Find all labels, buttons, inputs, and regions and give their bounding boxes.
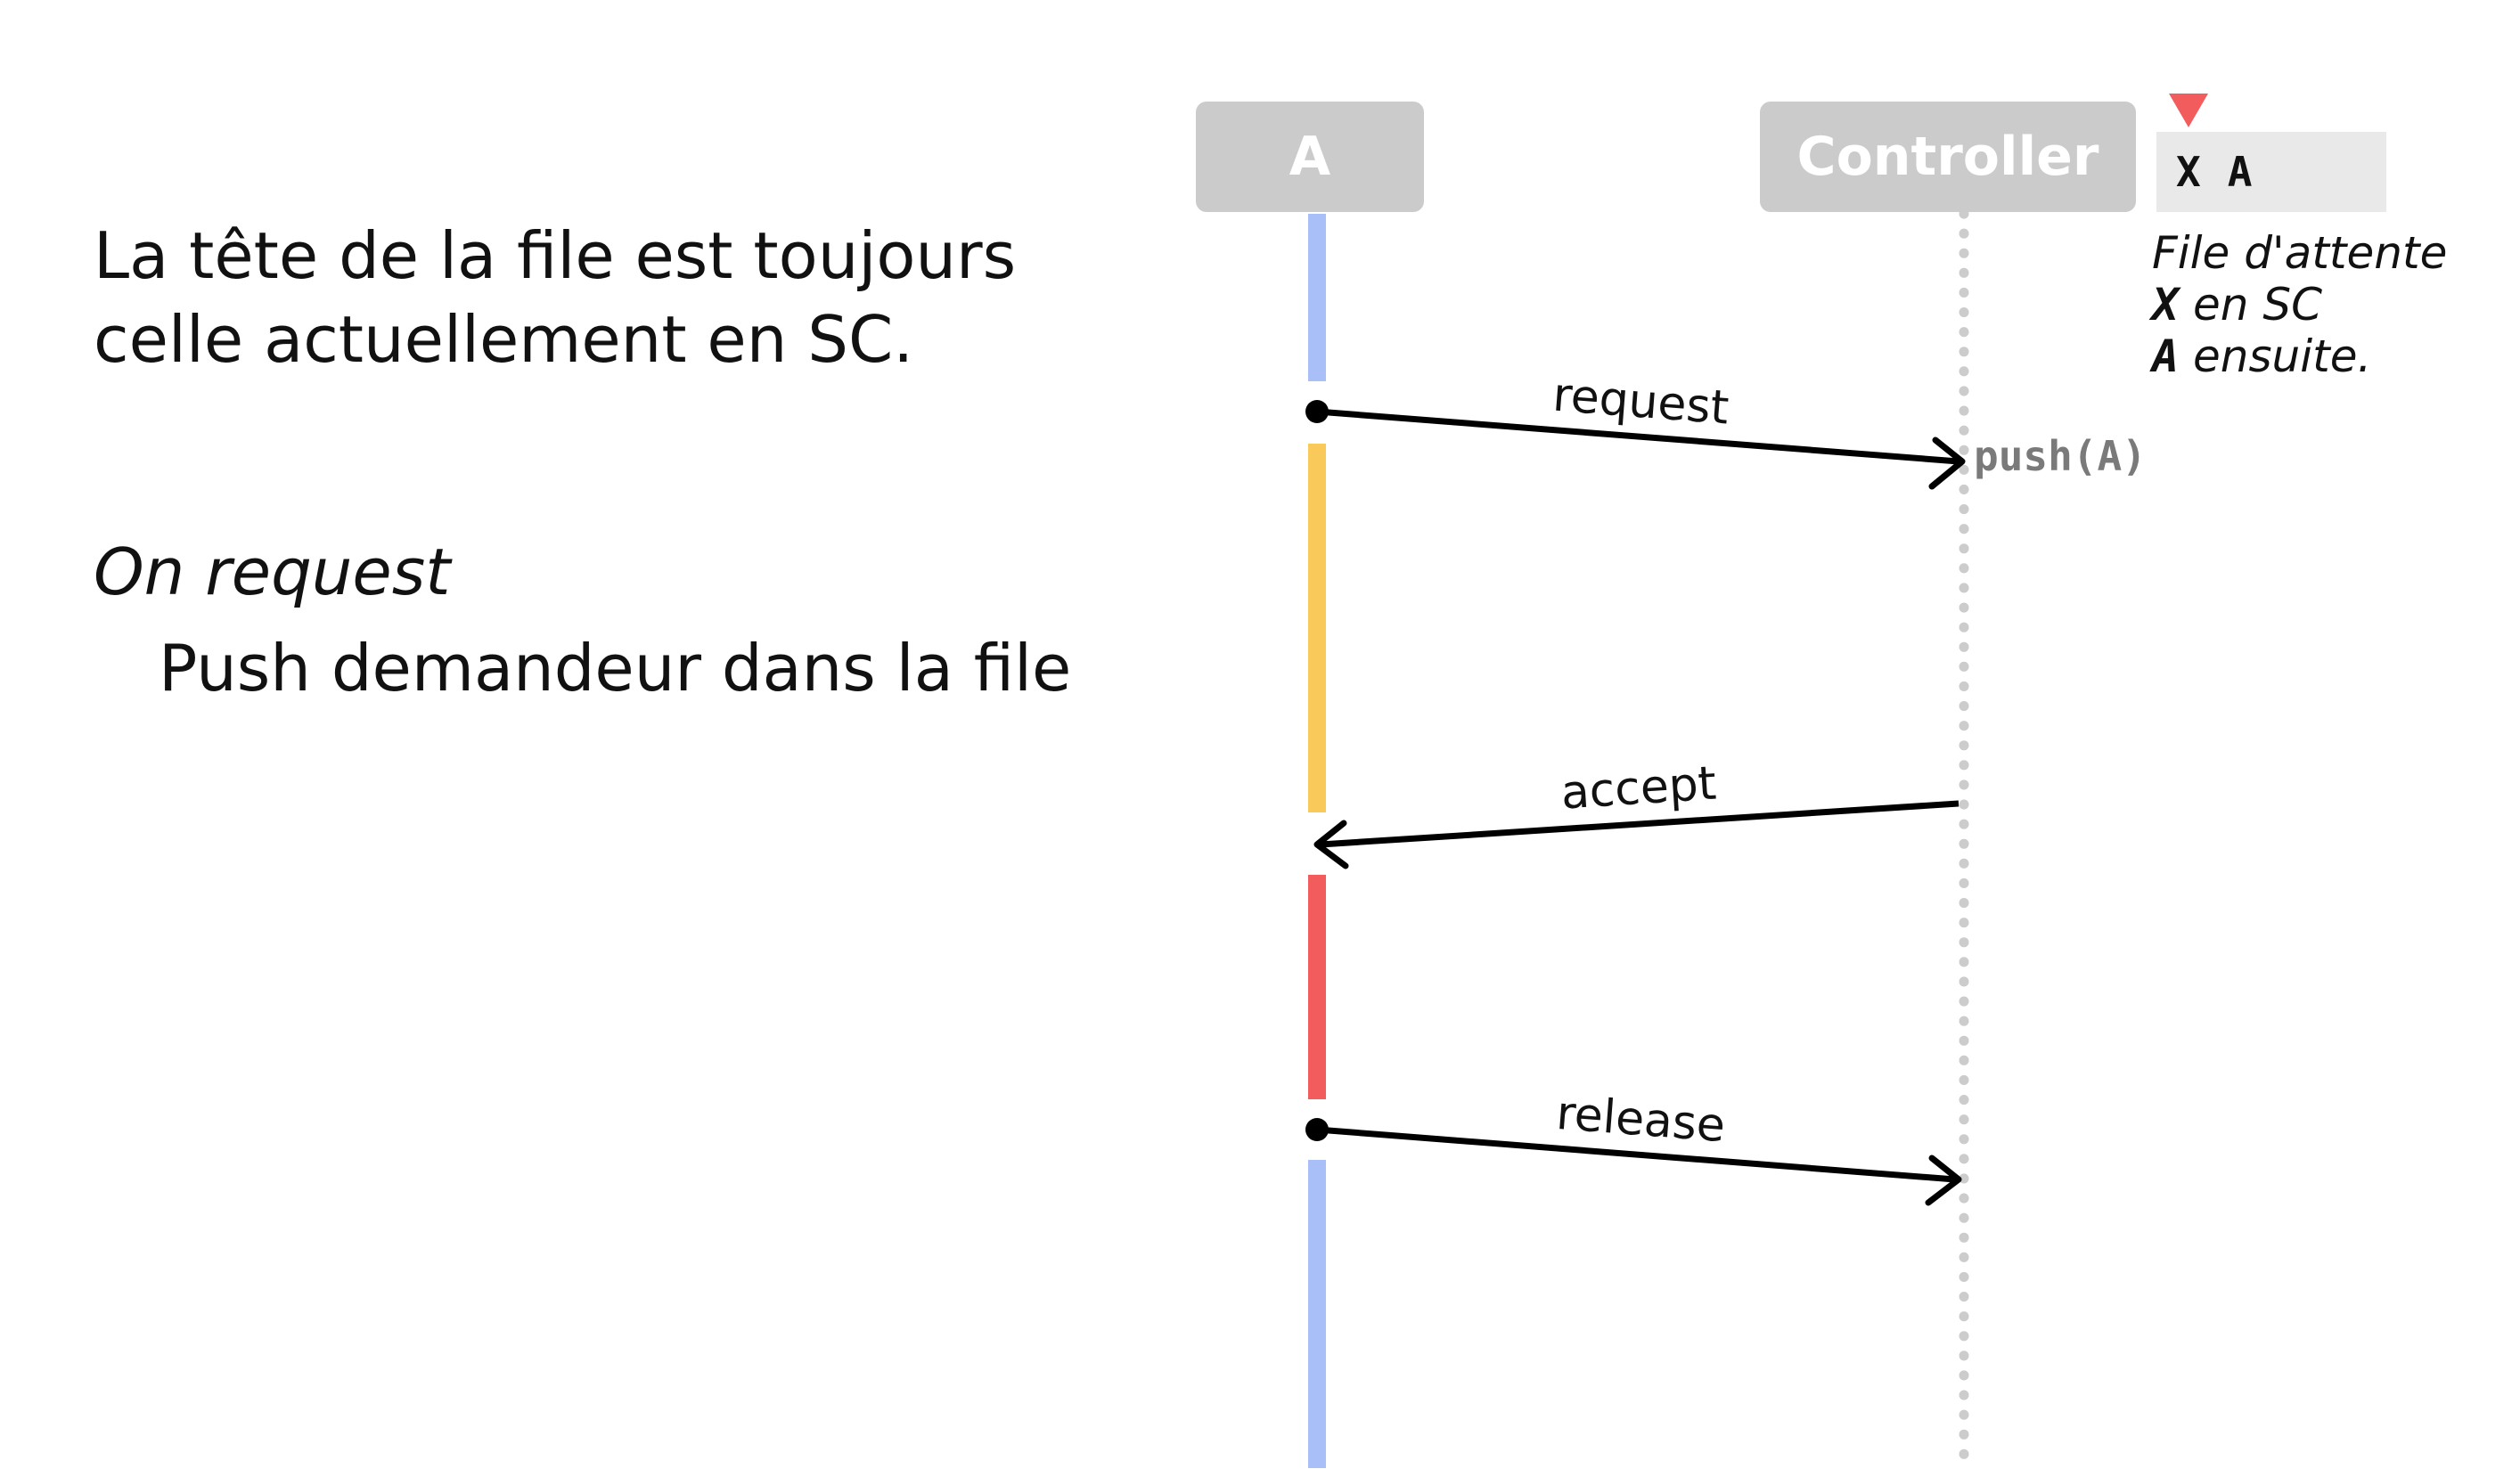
participant-a-box: A <box>1196 102 1424 212</box>
controller-action-label: push(A) <box>1974 432 2147 480</box>
queue-note-text-3: ensuite. <box>2179 330 2372 382</box>
request-label: request <box>1550 369 1730 436</box>
participant-controller-box: Controller <box>1760 102 2136 212</box>
participant-controller-label: Controller <box>1796 126 2099 188</box>
queue-item-second: A <box>2227 148 2253 196</box>
accept-label: accept <box>1559 756 1718 820</box>
sequence-diagram: request accept release <box>1305 208 1969 1475</box>
release-message: release <box>1305 1087 1962 1206</box>
queue-note-line-2: X en SC <box>2152 279 2447 330</box>
queue-note: File d'attente X en SC A ensuite. <box>2152 227 2447 382</box>
queue-note-text-2: en SC <box>2179 279 2322 330</box>
queue-item-head: X <box>2176 148 2201 196</box>
queue-note-code-a: A <box>2152 330 2180 382</box>
queue-note-line-1: File d'attente <box>2152 227 2448 279</box>
queue-box: X A <box>2156 132 2386 212</box>
participant-a-label: A <box>1289 126 1331 188</box>
release-origin-dot <box>1305 1118 1329 1141</box>
accept-message: accept <box>1313 756 1960 869</box>
request-origin-dot <box>1305 400 1329 423</box>
release-label: release <box>1554 1087 1727 1153</box>
queue-note-code-x: X <box>2152 279 2180 330</box>
queue-head-marker-icon <box>2169 94 2208 127</box>
request-message: request <box>1305 369 1966 490</box>
queue-note-line-3: A ensuite. <box>2152 330 2447 382</box>
